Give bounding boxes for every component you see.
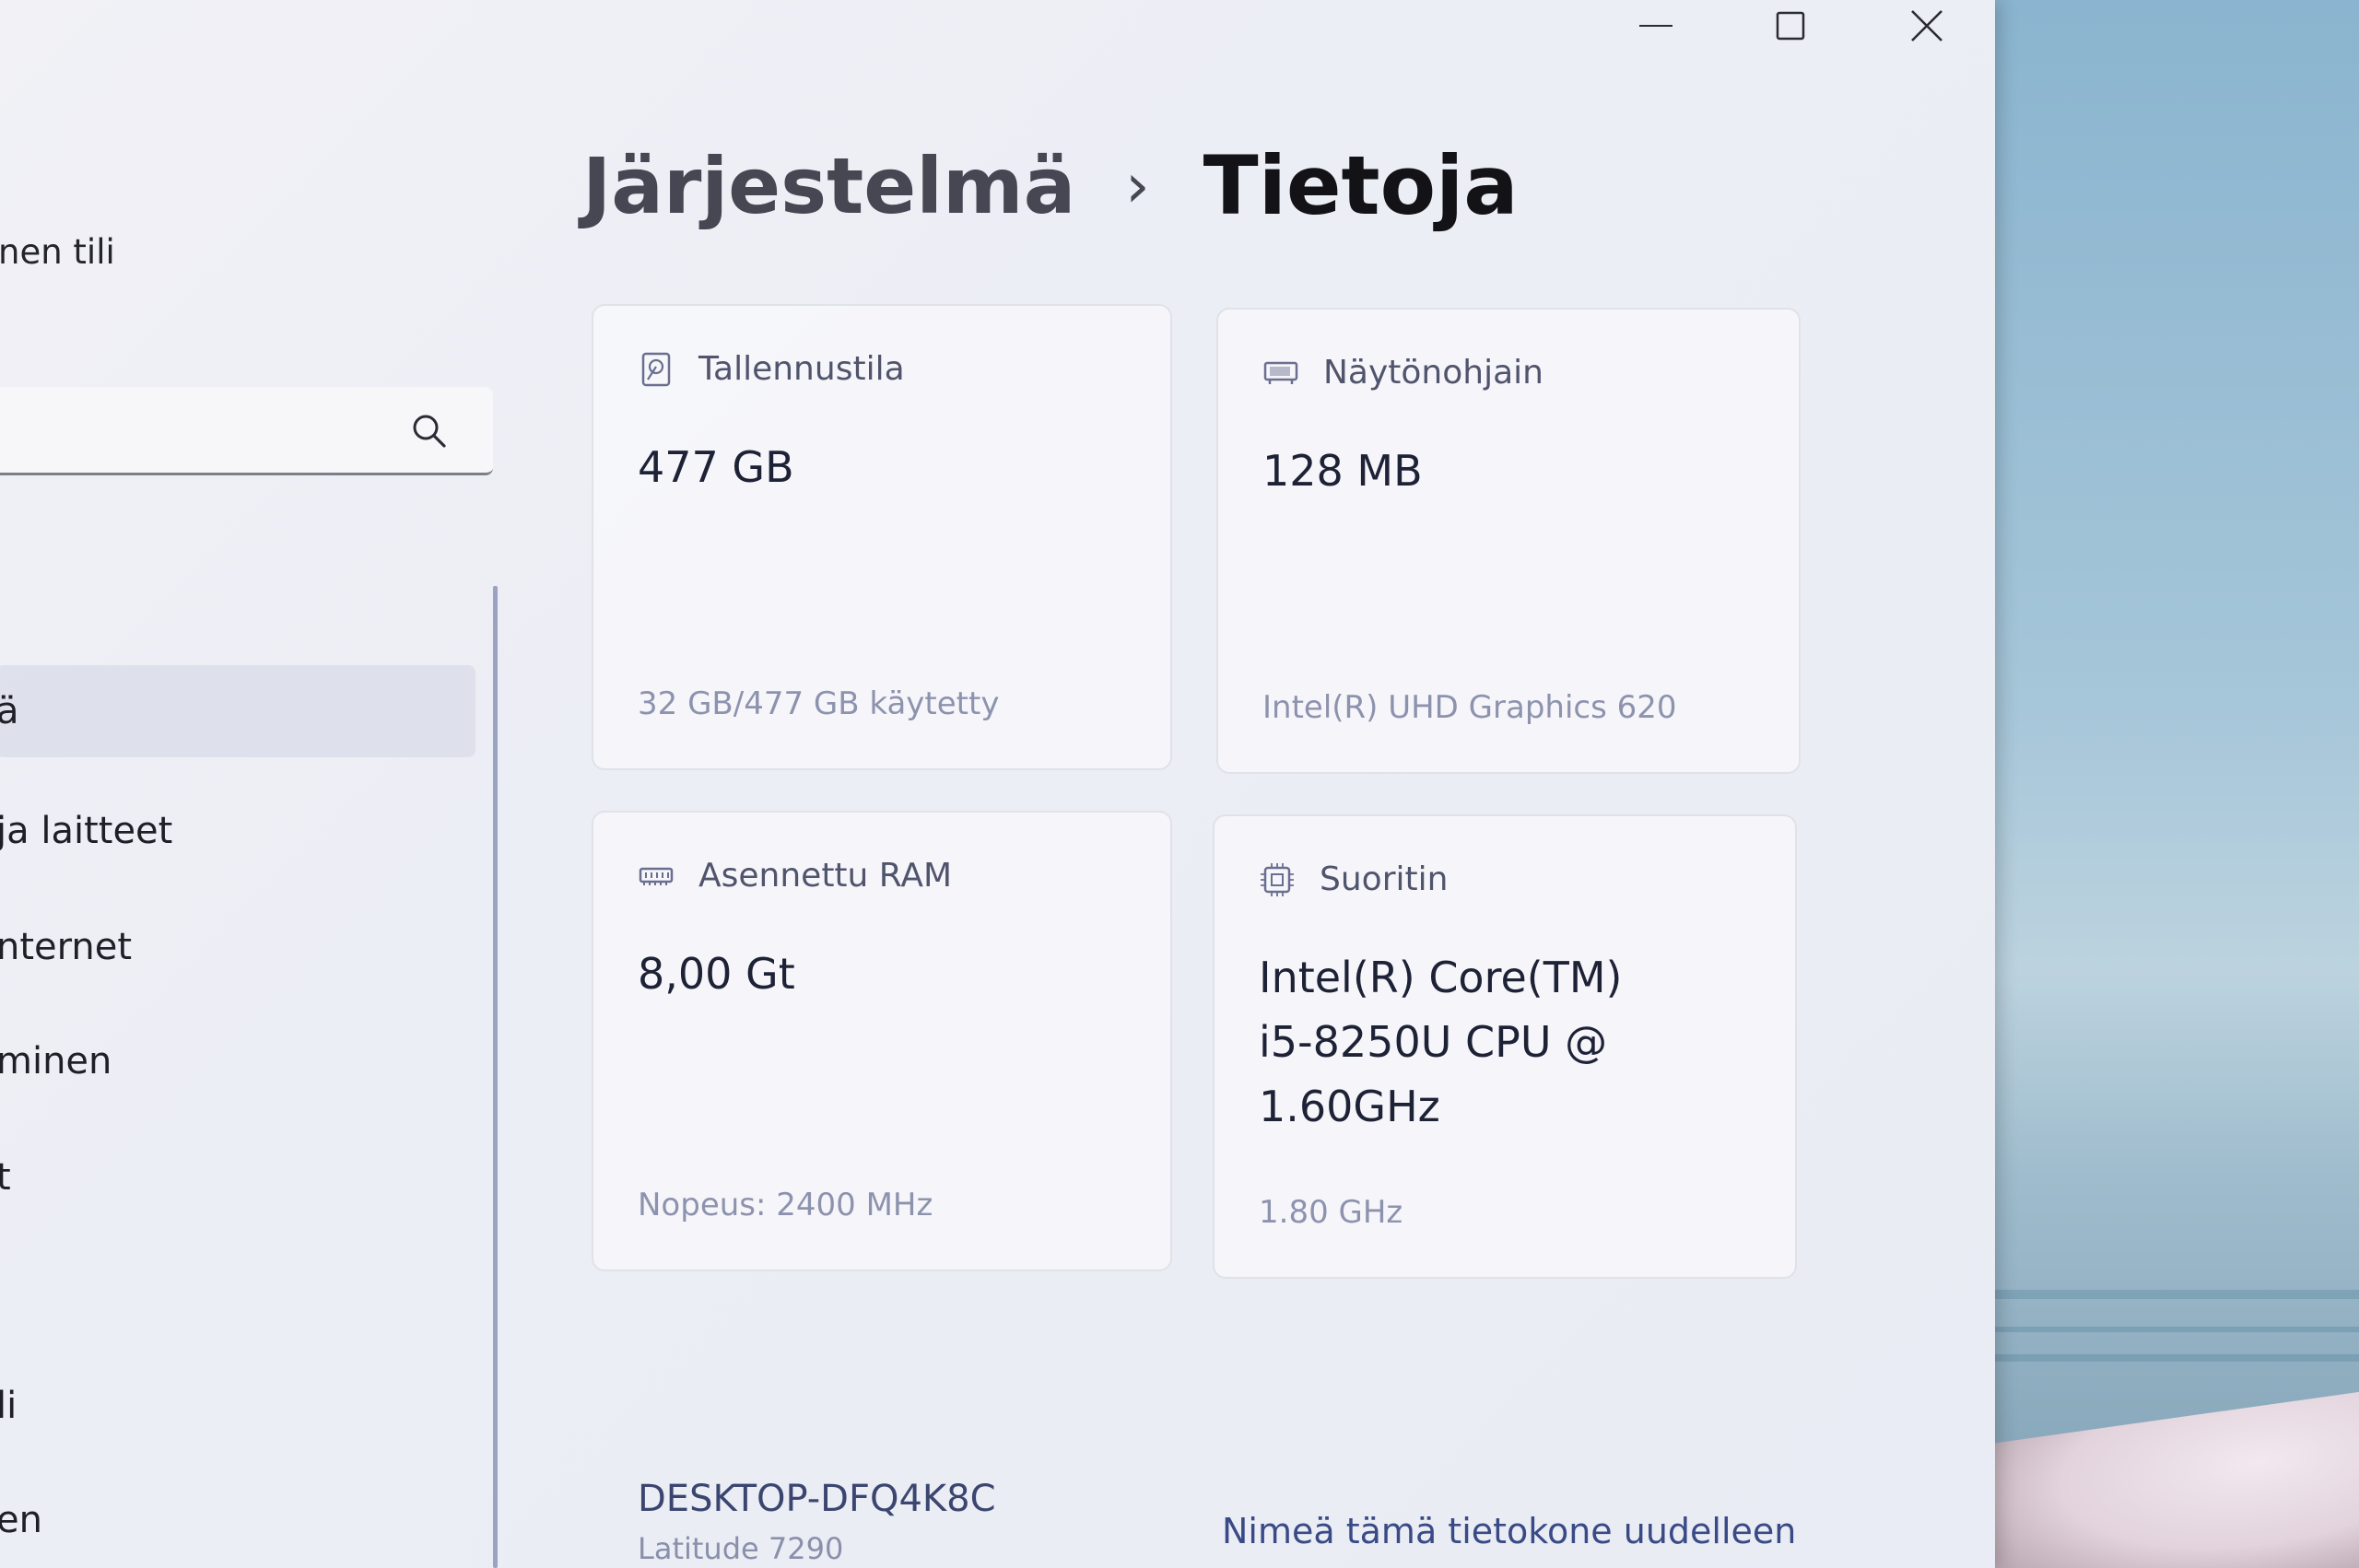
sidebar-item-label: li [0, 1385, 18, 1427]
processor-icon [1261, 862, 1294, 896]
processor-card: Suoritin Intel(R) Core(TM) i5-8250U CPU … [1213, 814, 1797, 1279]
settings-window: nen tili ä ja laitteet nternet minen t l… [0, 0, 1995, 1568]
page-title: Tietoja [1203, 138, 1519, 233]
card-header: Näytönohjain [1262, 354, 1543, 392]
ram-icon [639, 867, 674, 885]
sidebar-item-label: en [0, 1499, 42, 1541]
sidebar-item-system[interactable]: ä [0, 665, 475, 757]
sidebar-item-apps[interactable]: t [0, 1131, 475, 1223]
wallpaper-water-band [1990, 1290, 2359, 1299]
processor-title: Suoritin [1320, 860, 1449, 898]
minimize-button[interactable] [1596, 0, 1716, 52]
close-icon [1911, 10, 1942, 41]
rename-pc-button[interactable]: Nimeä tämä tietokone uudelleen [1222, 1511, 1796, 1551]
maximize-icon [1776, 11, 1805, 41]
sidebar-item-network-internet[interactable]: nternet [0, 901, 475, 993]
wallpaper-water-band [1990, 1354, 2359, 1362]
account-type-label: nen tili [0, 232, 115, 272]
sidebar-item-bluetooth-devices[interactable]: ja laitteet [0, 785, 475, 877]
processor-speed: 1.80 GHz [1259, 1194, 1403, 1231]
ram-value: 8,00 Gt [638, 949, 795, 999]
sidebar-item-time-language[interactable]: li [0, 1360, 475, 1452]
card-header: Asennettu RAM [638, 857, 952, 895]
wallpaper-shore [1990, 1388, 2359, 1568]
search-icon[interactable] [407, 409, 452, 453]
breadcrumb: Järjestelmä › Tietoja [582, 138, 1519, 233]
wallpaper-water-band [1990, 1327, 2359, 1332]
graphics-memory-value: 128 MB [1262, 446, 1423, 496]
storage-icon [641, 352, 671, 386]
chevron-right-icon: › [1125, 150, 1150, 221]
sidebar-item-label: ja laitteet [0, 810, 173, 852]
breadcrumb-parent[interactable]: Järjestelmä [582, 141, 1075, 231]
maximize-button[interactable] [1731, 0, 1850, 52]
sidebar-item-label: ä [0, 690, 19, 732]
ram-speed: Nopeus: 2400 MHz [638, 1187, 933, 1223]
sidebar-item-personalization[interactable]: minen [0, 1015, 475, 1107]
storage-title: Tallennustila [698, 350, 905, 388]
processor-value-line: 1.60GHz [1259, 1082, 1440, 1131]
storage-card: Tallennustila 477 GB 32 GB/477 GB käytet… [592, 304, 1172, 770]
graphics-title: Näytönohjain [1323, 354, 1543, 392]
graphics-card: Näytönohjain 128 MB Intel(R) UHD Graphic… [1216, 308, 1801, 774]
search-box[interactable] [0, 387, 493, 475]
close-button[interactable] [1867, 0, 1987, 52]
card-header: Suoritin [1259, 860, 1448, 898]
desktop-wallpaper [1990, 0, 2359, 1568]
ram-title: Asennettu RAM [698, 857, 953, 895]
processor-value: Intel(R) Core(TM) i5-8250U CPU @ 1.60GHz [1259, 945, 1622, 1139]
card-header: Tallennustila [638, 350, 905, 388]
sidebar-item-gaming[interactable]: en [0, 1474, 475, 1566]
sidebar-item-label: minen [0, 1040, 112, 1082]
ram-card: Asennettu RAM 8,00 Gt Nopeus: 2400 MHz [592, 811, 1172, 1271]
storage-value: 477 GB [638, 442, 794, 492]
device-model: Latitude 7290 [638, 1531, 844, 1566]
processor-value-line: i5-8250U CPU @ [1259, 1017, 1608, 1067]
display-adapter-icon [1263, 361, 1298, 384]
storage-usage: 32 GB/477 GB käytetty [638, 685, 1000, 722]
search-input[interactable] [9, 404, 400, 457]
processor-value-line: Intel(R) Core(TM) [1259, 953, 1623, 1002]
sidebar: nen tili ä ja laitteet nternet minen t l… [0, 0, 498, 1568]
sidebar-item-label: nternet [0, 926, 133, 968]
device-name: DESKTOP-DFQ4K8C [638, 1478, 996, 1520]
sidebar-scrollbar[interactable] [493, 586, 498, 1568]
minimize-icon [1639, 25, 1672, 27]
sidebar-item-label: t [0, 1156, 11, 1199]
graphics-model: Intel(R) UHD Graphics 620 [1262, 689, 1677, 726]
